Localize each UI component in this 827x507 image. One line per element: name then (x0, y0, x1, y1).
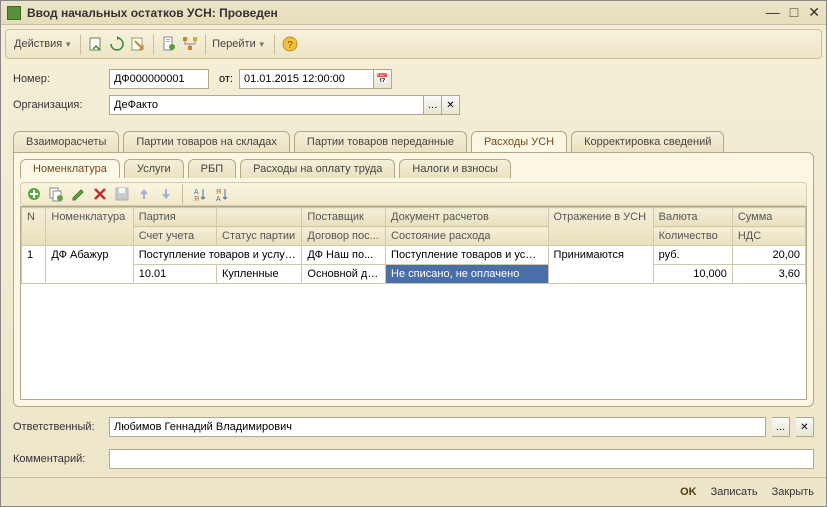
tab-settlements[interactable]: Взаиморасчеты (13, 131, 119, 152)
svg-text:Я: Я (216, 189, 221, 196)
cell-party: Поступление товаров и услуг... (133, 246, 302, 265)
maximize-button[interactable]: □ (790, 4, 798, 21)
org-clear-icon[interactable]: ✕ (442, 95, 460, 115)
header-form: Номер: от: 📅 Организация: … ✕ (1, 63, 826, 127)
cell-nomen: ДФ Абажур (46, 246, 133, 284)
resp-input[interactable] (109, 417, 766, 437)
window-title: Ввод начальных остатков УСН: Проведен (27, 6, 766, 20)
comment-label: Комментарий: (13, 453, 103, 465)
svg-text:Я: Я (194, 196, 199, 202)
resp-lookup-icon[interactable]: … (772, 417, 790, 437)
goto-menu[interactable]: Перейти▼ (212, 38, 266, 50)
tab-taxes[interactable]: Налоги и взносы (399, 159, 511, 178)
write-button[interactable]: Записать (711, 486, 758, 498)
col-doc[interactable]: Документ расчетов (386, 208, 549, 227)
window: Ввод начальных остатков УСН: Проведен — … (0, 0, 827, 507)
table-row[interactable]: 10.01 Купленные Основной до... Не списан… (22, 265, 806, 284)
titlebar: Ввод начальных остатков УСН: Проведен — … (1, 1, 826, 25)
cell-currency: руб. (653, 246, 732, 265)
col-status[interactable]: Статус партии (217, 227, 302, 246)
sort-asc-icon[interactable]: AЯ (190, 185, 208, 203)
col-sum[interactable]: Сумма (732, 208, 805, 227)
minimize-button[interactable]: — (766, 4, 780, 21)
footer-bar: OK Записать Закрыть (1, 477, 826, 506)
app-icon (7, 6, 21, 20)
org-label: Организация: (13, 99, 103, 111)
tab-body: Номенклатура Услуги РБП Расходы на оплат… (13, 152, 814, 407)
structure-icon[interactable] (181, 35, 199, 53)
col-reflection[interactable]: Отражение в УСН (548, 208, 653, 246)
edit-row-icon[interactable] (69, 185, 87, 203)
close-button[interactable]: ✕ (808, 4, 820, 21)
data-grid[interactable]: N Номенклатура Партия Поставщик Документ… (20, 206, 807, 400)
col-qty[interactable]: Количество (653, 227, 732, 246)
date-input[interactable] (239, 69, 374, 89)
col-party[interactable]: Партия (133, 208, 216, 227)
tab-usn-expenses[interactable]: Расходы УСН (471, 131, 567, 152)
col-currency[interactable]: Валюта (653, 208, 732, 227)
resp-label: Ответственный: (13, 421, 103, 433)
close-footer-button[interactable]: Закрыть (772, 486, 814, 498)
resp-clear-icon[interactable]: ✕ (796, 417, 814, 437)
footer-form: Ответственный: … ✕ Комментарий: (1, 413, 826, 477)
cell-doc: Поступление товаров и услу... (386, 246, 549, 265)
move-up-icon[interactable] (135, 185, 153, 203)
delete-row-icon[interactable] (91, 185, 109, 203)
col-contract[interactable]: Договор пос... (302, 227, 386, 246)
refresh-icon[interactable] (108, 35, 126, 53)
copy-row-icon[interactable] (47, 185, 65, 203)
tab-payroll[interactable]: Расходы на оплату труда (240, 159, 395, 178)
document-icon[interactable] (160, 35, 178, 53)
cell-reflection: Принимаются (548, 246, 653, 284)
cell-n: 1 (22, 246, 46, 284)
cell-status: Купленные (217, 265, 302, 284)
calendar-icon[interactable]: 📅 (374, 69, 392, 89)
save-icon[interactable] (113, 185, 131, 203)
main-tabs: Взаиморасчеты Партии товаров на складах … (13, 131, 814, 152)
grid-toolbar: AЯ ЯA (20, 182, 807, 206)
header-row-2: Счет учета Статус партии Договор пос... … (22, 227, 806, 246)
cell-supplier: ДФ Наш по... (302, 246, 386, 265)
tab-services[interactable]: Услуги (124, 159, 184, 178)
number-input[interactable] (109, 69, 209, 89)
cell-state[interactable]: Не списано, не оплачено (386, 265, 549, 284)
sort-desc-icon[interactable]: ЯA (212, 185, 230, 203)
tab-goods-transferred[interactable]: Партии товаров переданные (294, 131, 467, 152)
sub-tabs: Номенклатура Услуги РБП Расходы на оплат… (20, 159, 807, 178)
org-input[interactable] (109, 95, 424, 115)
tab-goods-warehouse[interactable]: Партии товаров на складах (123, 131, 290, 152)
comment-input[interactable] (109, 449, 814, 469)
date-label: от: (219, 73, 233, 85)
tab-nomenclature[interactable]: Номенклатура (20, 159, 120, 178)
svg-text:A: A (194, 189, 199, 196)
move-down-icon[interactable] (157, 185, 175, 203)
cell-vat: 3,60 (732, 265, 805, 284)
cell-account: 10.01 (133, 265, 216, 284)
tab-correction[interactable]: Корректировка сведений (571, 131, 724, 152)
table-row[interactable]: 1 ДФ Абажур Поступление товаров и услуг.… (22, 246, 806, 265)
actions-menu[interactable]: Действия▼ (14, 38, 72, 50)
post-icon[interactable] (87, 35, 105, 53)
col-nomenclature[interactable]: Номенклатура (46, 208, 133, 246)
svg-text:A: A (216, 196, 221, 202)
number-label: Номер: (13, 73, 103, 85)
col-supplier[interactable]: Поставщик (302, 208, 386, 227)
col-n[interactable]: N (22, 208, 46, 246)
tab-rbp[interactable]: РБП (188, 159, 236, 178)
svg-text:?: ? (287, 40, 293, 51)
help-icon[interactable]: ? (281, 35, 299, 53)
ok-button[interactable]: OK (680, 486, 697, 498)
cell-qty: 10,000 (653, 265, 732, 284)
cell-contract: Основной до... (302, 265, 386, 284)
main-toolbar: Действия▼ Перейти▼ ? (5, 29, 822, 59)
col-state[interactable]: Состояние расхода (386, 227, 549, 246)
col-account[interactable]: Счет учета (133, 227, 216, 246)
col-vat[interactable]: НДС (732, 227, 805, 246)
header-row-1: N Номенклатура Партия Поставщик Документ… (22, 208, 806, 227)
navigate-icon[interactable] (129, 35, 147, 53)
cell-sum: 20,00 (732, 246, 805, 265)
org-lookup-icon[interactable]: … (424, 95, 442, 115)
add-row-icon[interactable] (25, 185, 43, 203)
